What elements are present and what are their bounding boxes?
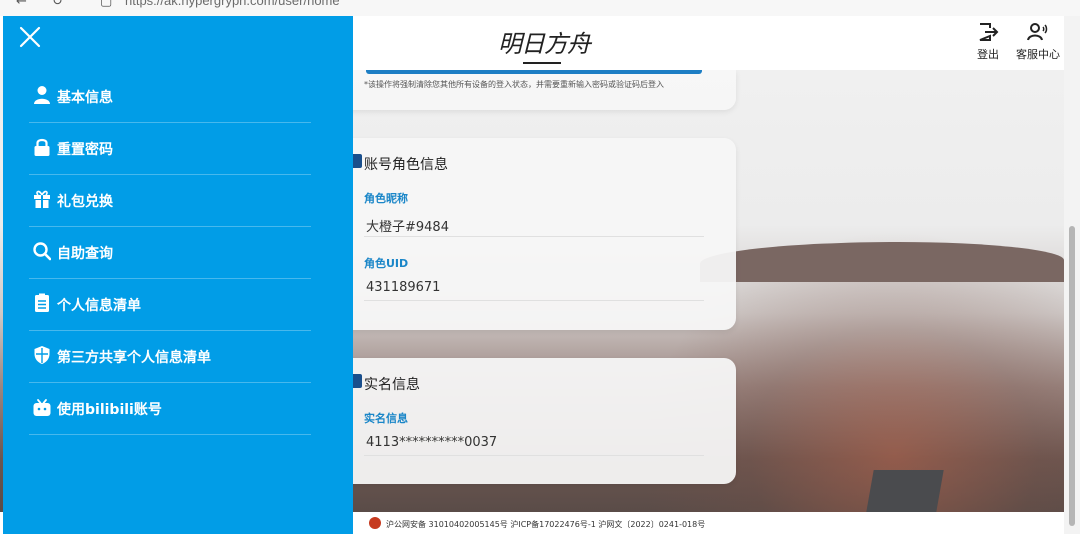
- sidebar-item-label: 礼包兑换: [57, 194, 113, 210]
- police-emblem-icon: [369, 517, 381, 529]
- sidebar-item-label: 重置密码: [57, 142, 113, 158]
- uid-label: 角色UID: [364, 257, 409, 270]
- customer-service-button[interactable]: 客服中心: [1016, 22, 1060, 62]
- close-icon[interactable]: [19, 26, 41, 48]
- sidebar-item-label: 基本信息: [57, 90, 113, 106]
- sidebar-item-label: 自助查询: [57, 246, 113, 262]
- sidebar-item-reset-password[interactable]: 重置密码: [29, 124, 311, 175]
- logout-button[interactable]: 登出: [977, 22, 999, 62]
- divider: [364, 300, 704, 301]
- divider: [364, 236, 704, 237]
- address-bar[interactable]: https://ak.hypergryph.com/user/home: [125, 0, 340, 8]
- customer-service-icon: [1027, 23, 1048, 41]
- browser-toolbar: ← ↻ ▢ https://ak.hypergryph.com/user/hom…: [0, 0, 1080, 16]
- lock-icon: [34, 138, 50, 156]
- footer-license-text[interactable]: 沪公网安备 31010402005145号 沪ICP备17022476号-1 沪…: [386, 519, 705, 530]
- nickname-value: 大橙子#9484: [366, 220, 449, 235]
- scrollbar-thumb[interactable]: [1069, 226, 1075, 526]
- sidebar-item-basic-info[interactable]: 基本信息: [29, 72, 311, 123]
- site-logo[interactable]: 明日方舟: [498, 24, 591, 59]
- back-icon[interactable]: ←: [16, 0, 27, 9]
- page-info-icon[interactable]: ▢: [100, 0, 112, 9]
- realname-value: 4113**********0037: [366, 435, 498, 450]
- sidebar-menu: 基本信息 重置密码 礼包兑换 自助查询 个人信息清单 第三方共享个人信息清单 使…: [29, 72, 311, 436]
- sidebar-item-personal-info-list[interactable]: 个人信息清单: [29, 280, 311, 331]
- logout-icon: [979, 23, 999, 41]
- user-icon: [34, 86, 50, 104]
- background-rock: [866, 470, 944, 512]
- sidebar-item-label: 第三方共享个人信息清单: [57, 350, 211, 366]
- sidebar-item-label: 使用bilibili账号: [57, 402, 162, 418]
- shield-icon: [34, 346, 50, 364]
- sidebar-item-self-query[interactable]: 自助查询: [29, 228, 311, 279]
- page-scrollbar[interactable]: [1064, 16, 1080, 534]
- security-card: *该操作将强制清除您其他所有设备的登入状态，并需要重新输入密码或验证码后登入: [300, 70, 736, 110]
- background-cliff: [700, 242, 1064, 282]
- sidebar-item-gift-redeem[interactable]: 礼包兑换: [29, 176, 311, 227]
- clipboard-icon: [35, 293, 49, 312]
- refresh-icon[interactable]: ↻: [52, 0, 63, 9]
- role-card-title: 账号角色信息: [364, 157, 448, 173]
- security-note: *该操作将强制清除您其他所有设备的登入状态，并需要重新输入密码或验证码后登入: [364, 80, 664, 89]
- realname-card-title: 实名信息: [364, 377, 420, 393]
- sidebar-drawer: 基本信息 重置密码 礼包兑换 自助查询 个人信息清单 第三方共享个人信息清单 使…: [3, 16, 353, 534]
- search-icon: [33, 242, 51, 261]
- bilibili-icon: [33, 399, 51, 416]
- realname-label: 实名信息: [364, 412, 408, 425]
- sidebar-item-third-party-sharing[interactable]: 第三方共享个人信息清单: [29, 332, 311, 383]
- realname-card: 实名信息 实名信息 4113**********0037: [300, 358, 736, 484]
- force-logout-button[interactable]: [366, 70, 702, 74]
- sidebar-item-bilibili-login[interactable]: 使用bilibili账号: [29, 384, 311, 435]
- role-info-card: 账号角色信息 角色昵称 大橙子#9484 角色UID 431189671: [300, 138, 736, 330]
- divider: [364, 455, 704, 456]
- logout-label: 登出: [977, 49, 999, 61]
- nickname-label: 角色昵称: [364, 192, 408, 205]
- uid-value: 431189671: [366, 280, 441, 295]
- customer-service-label: 客服中心: [1016, 49, 1060, 61]
- sidebar-item-label: 个人信息清单: [57, 298, 141, 314]
- gift-icon: [34, 190, 50, 208]
- logo-underline: [523, 62, 561, 64]
